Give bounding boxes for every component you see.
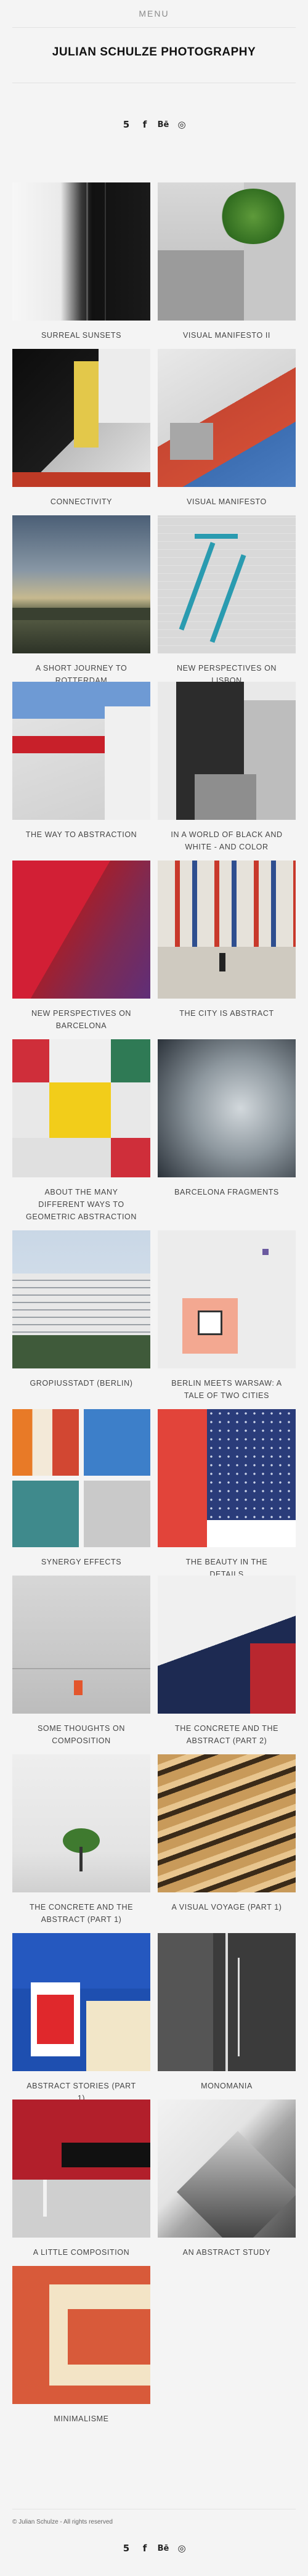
gallery-thumbnail [12,515,150,653]
site-title[interactable]: JULIAN SCHULZE PHOTOGRAPHY [0,46,308,59]
gallery-thumbnail [158,349,296,487]
gallery-title: MONOMANIA [201,2082,253,2090]
copyright: © Julian Schulze - All rights reserved [12,2519,113,2525]
gallery-title: THE CITY IS ABSTRACT [179,1009,274,1018]
gallery-thumbnail [158,682,296,820]
gallery-title: SOME THOUGHTS ON COMPOSITION [37,1724,125,1745]
gallery-thumbnail [12,182,150,321]
gallery-tile[interactable]: THE WAY TO ABSTRACTION [12,682,150,841]
gallery-title: GROPIUSSTADT (BERLIN) [30,1379,133,1388]
500px-icon[interactable]: 5 [120,2542,132,2554]
gallery-thumbnail [12,1409,150,1547]
behance-icon[interactable]: Bē [157,2542,169,2554]
gallery-title: CONNECTIVITY [50,497,113,506]
gallery-title: IN A WORLD OF BLACK AND WHITE - AND COLO… [171,830,283,851]
gallery-title: AN ABSTRACT STUDY [182,2248,271,2257]
gallery-tile[interactable]: NEW PERSPECTIVES ON LISBON [158,515,296,687]
gallery-thumbnail [12,2100,150,2238]
gallery-title: ABOUT THE MANY DIFFERENT WAYS TO GEOMETR… [26,1188,137,1221]
instagram-icon[interactable]: ◎ [176,2542,188,2554]
gallery-tile[interactable]: THE CITY IS ABSTRACT [158,861,296,1020]
gallery-thumbnail [158,1933,296,2071]
gallery-thumbnail [158,861,296,999]
header-divider [12,27,296,28]
gallery-thumbnail [12,1230,150,1368]
gallery-thumbnail [12,1933,150,2071]
gallery-tile[interactable]: THE BEAUTY IN THE DETAILS [158,1409,296,1580]
gallery-title: THE CONCRETE AND THE ABSTRACT (PART 1) [29,1903,134,1924]
gallery-thumbnail [12,861,150,999]
gallery-thumbnail [158,1230,296,1368]
gallery-tile[interactable]: THE CONCRETE AND THE ABSTRACT (PART 1) [12,1754,150,1926]
gallery-title: VISUAL MANIFESTO [187,497,267,506]
gallery-tile[interactable]: MINIMALISME [12,2266,150,2425]
gallery-title: SURREAL SUNSETS [41,331,122,340]
gallery-tile[interactable]: IN A WORLD OF BLACK AND WHITE - AND COLO… [158,682,296,853]
gallery-tile[interactable]: NEW PERSPECTIVES ON BARCELONA [12,861,150,1032]
gallery-thumbnail [158,1409,296,1547]
gallery-title: MINIMALISME [54,2414,109,2423]
social-links: 5 f Bē ◎ [0,118,308,131]
gallery-thumbnail [12,1039,150,1177]
gallery-tile[interactable]: GROPIUSSTADT (BERLIN) [12,1230,150,1389]
gallery-tile[interactable]: VISUAL MANIFESTO II [158,182,296,341]
500px-icon[interactable]: 5 [120,118,132,131]
gallery-title: NEW PERSPECTIVES ON BARCELONA [31,1009,132,1030]
gallery-tile[interactable]: A SHORT JOURNEY TO ROTTERDAM [12,515,150,687]
gallery-tile[interactable]: A VISUAL VOYAGE (PART 1) [158,1754,296,1913]
gallery-tile[interactable]: BARCELONA FRAGMENTS [158,1039,296,1198]
gallery-thumbnail [12,349,150,487]
facebook-icon[interactable]: f [139,118,151,131]
gallery-tile[interactable]: THE CONCRETE AND THE ABSTRACT (PART 2) [158,1576,296,1747]
gallery-title: THE WAY TO ABSTRACTION [25,830,137,839]
gallery-thumbnail [158,1754,296,1892]
gallery-title: VISUAL MANIFESTO II [183,331,270,340]
facebook-icon[interactable]: f [139,2542,151,2554]
gallery-thumbnail [158,515,296,653]
gallery-thumbnail [12,2266,150,2404]
footer-social-links: 5 f Bē ◎ [0,2542,308,2554]
gallery-tile[interactable]: AN ABSTRACT STUDY [158,2100,296,2259]
gallery-tile[interactable]: ABSTRACT STORIES (PART 1) [12,1933,150,2104]
gallery-tile[interactable]: SOME THOUGHTS ON COMPOSITION [12,1576,150,1747]
behance-icon[interactable]: Bē [157,118,169,131]
gallery-thumbnail [158,2100,296,2238]
gallery-title: A VISUAL VOYAGE (PART 1) [171,1903,282,1912]
gallery-title: A LITTLE COMPOSITION [33,2248,130,2257]
gallery-tile[interactable]: SURREAL SUNSETS [12,182,150,341]
gallery-title: SYNERGY EFFECTS [41,1558,122,1566]
gallery-title: THE CONCRETE AND THE ABSTRACT (PART 2) [174,1724,279,1745]
gallery-tile[interactable]: CONNECTIVITY [12,349,150,508]
gallery-tile[interactable]: SYNERGY EFFECTS [12,1409,150,1568]
gallery-tile[interactable]: A LITTLE COMPOSITION [12,2100,150,2259]
gallery-tile[interactable]: VISUAL MANIFESTO [158,349,296,508]
gallery-thumbnail [158,1576,296,1714]
instagram-icon[interactable]: ◎ [176,118,188,131]
gallery-tile[interactable]: BERLIN MEETS WARSAW: A TALE OF TWO CITIE… [158,1230,296,1402]
gallery-thumbnail [158,182,296,321]
gallery-tile[interactable]: ABOUT THE MANY DIFFERENT WAYS TO GEOMETR… [12,1039,150,1223]
gallery-thumbnail [12,1576,150,1714]
gallery-title: BERLIN MEETS WARSAW: A TALE OF TWO CITIE… [171,1379,282,1400]
gallery-title: BARCELONA FRAGMENTS [174,1188,279,1196]
gallery-thumbnail [158,1039,296,1177]
gallery-thumbnail [12,682,150,820]
gallery-tile[interactable]: MONOMANIA [158,1933,296,2092]
gallery-thumbnail [12,1754,150,1892]
menu-toggle[interactable]: MENU [0,9,308,18]
